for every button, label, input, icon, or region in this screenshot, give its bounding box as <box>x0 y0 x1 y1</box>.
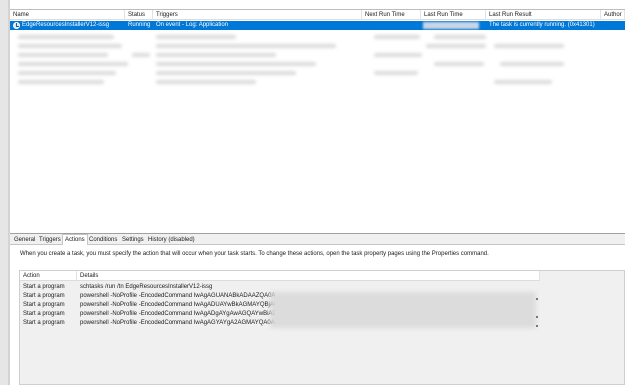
column-header-name[interactable]: Name <box>10 10 125 20</box>
column-header-last-run-time[interactable]: Last Run Time <box>421 10 486 20</box>
action-details: powershell -NoProfile -EncodedCommand Iw… <box>80 293 275 299</box>
action-type: Start a program <box>23 284 65 290</box>
actions-description: When you create a task, you must specify… <box>20 251 489 257</box>
actions-table[interactable]: Action Details Start a program schtasks … <box>19 270 625 385</box>
action-details: schtasks /run /tn EdgeResourcesInstaller… <box>80 284 213 290</box>
action-row[interactable]: Start a program schtasks /run /tn EdgeRe… <box>20 283 540 292</box>
tab-conditions[interactable]: Conditions <box>87 235 119 245</box>
action-type: Start a program <box>23 311 65 317</box>
column-header-next-run-time[interactable]: Next Run Time <box>362 10 421 20</box>
task-properties-tabs: General Triggers Actions Conditions Sett… <box>10 233 625 246</box>
truncation-marker <box>536 316 538 318</box>
task-row-selected[interactable]: EdgeResourcesInstallerV12-issg Running O… <box>10 21 625 30</box>
column-header-status[interactable]: Status <box>125 10 153 20</box>
task-name: EdgeResourcesInstallerV12-issg <box>22 22 110 28</box>
truncation-marker <box>536 298 538 300</box>
action-details: powershell -NoProfile -EncodedCommand Iw… <box>80 302 275 308</box>
truncation-marker <box>536 325 538 327</box>
column-header-author[interactable]: Author <box>601 10 625 20</box>
task-last-run-result: The task is currently running. (0x41301) <box>489 22 595 28</box>
action-details: powershell -NoProfile -EncodedCommand Iw… <box>80 320 275 326</box>
actions-table-header: Action Details <box>20 271 540 281</box>
tab-triggers[interactable]: Triggers <box>37 235 63 245</box>
task-list-header: Name Status Triggers Next Run Time Last … <box>10 10 625 20</box>
left-navigation-strip <box>0 0 10 385</box>
actions-panel: When you create a task, you must specify… <box>16 245 625 385</box>
tab-history[interactable]: History (disabled) <box>146 235 197 245</box>
action-type: Start a program <box>23 320 65 326</box>
action-type: Start a program <box>23 293 65 299</box>
column-header-last-run-result[interactable]: Last Run Result <box>486 10 601 20</box>
action-type: Start a program <box>23 302 65 308</box>
task-trigger: On event - Log: Application <box>156 22 229 28</box>
action-details: powershell -NoProfile -EncodedCommand Iw… <box>80 311 275 317</box>
task-list[interactable]: Name Status Triggers Next Run Time Last … <box>10 9 625 231</box>
column-header-action[interactable]: Action <box>20 271 77 281</box>
tab-settings[interactable]: Settings <box>120 235 146 245</box>
last-run-time-redacted <box>423 22 479 29</box>
column-header-details[interactable]: Details <box>77 271 540 281</box>
column-header-triggers[interactable]: Triggers <box>153 10 362 20</box>
task-status: Running <box>128 22 151 28</box>
redacted-encoded-commands <box>270 292 536 328</box>
tab-general[interactable]: General <box>12 235 37 245</box>
redacted-task-rows <box>14 32 574 96</box>
